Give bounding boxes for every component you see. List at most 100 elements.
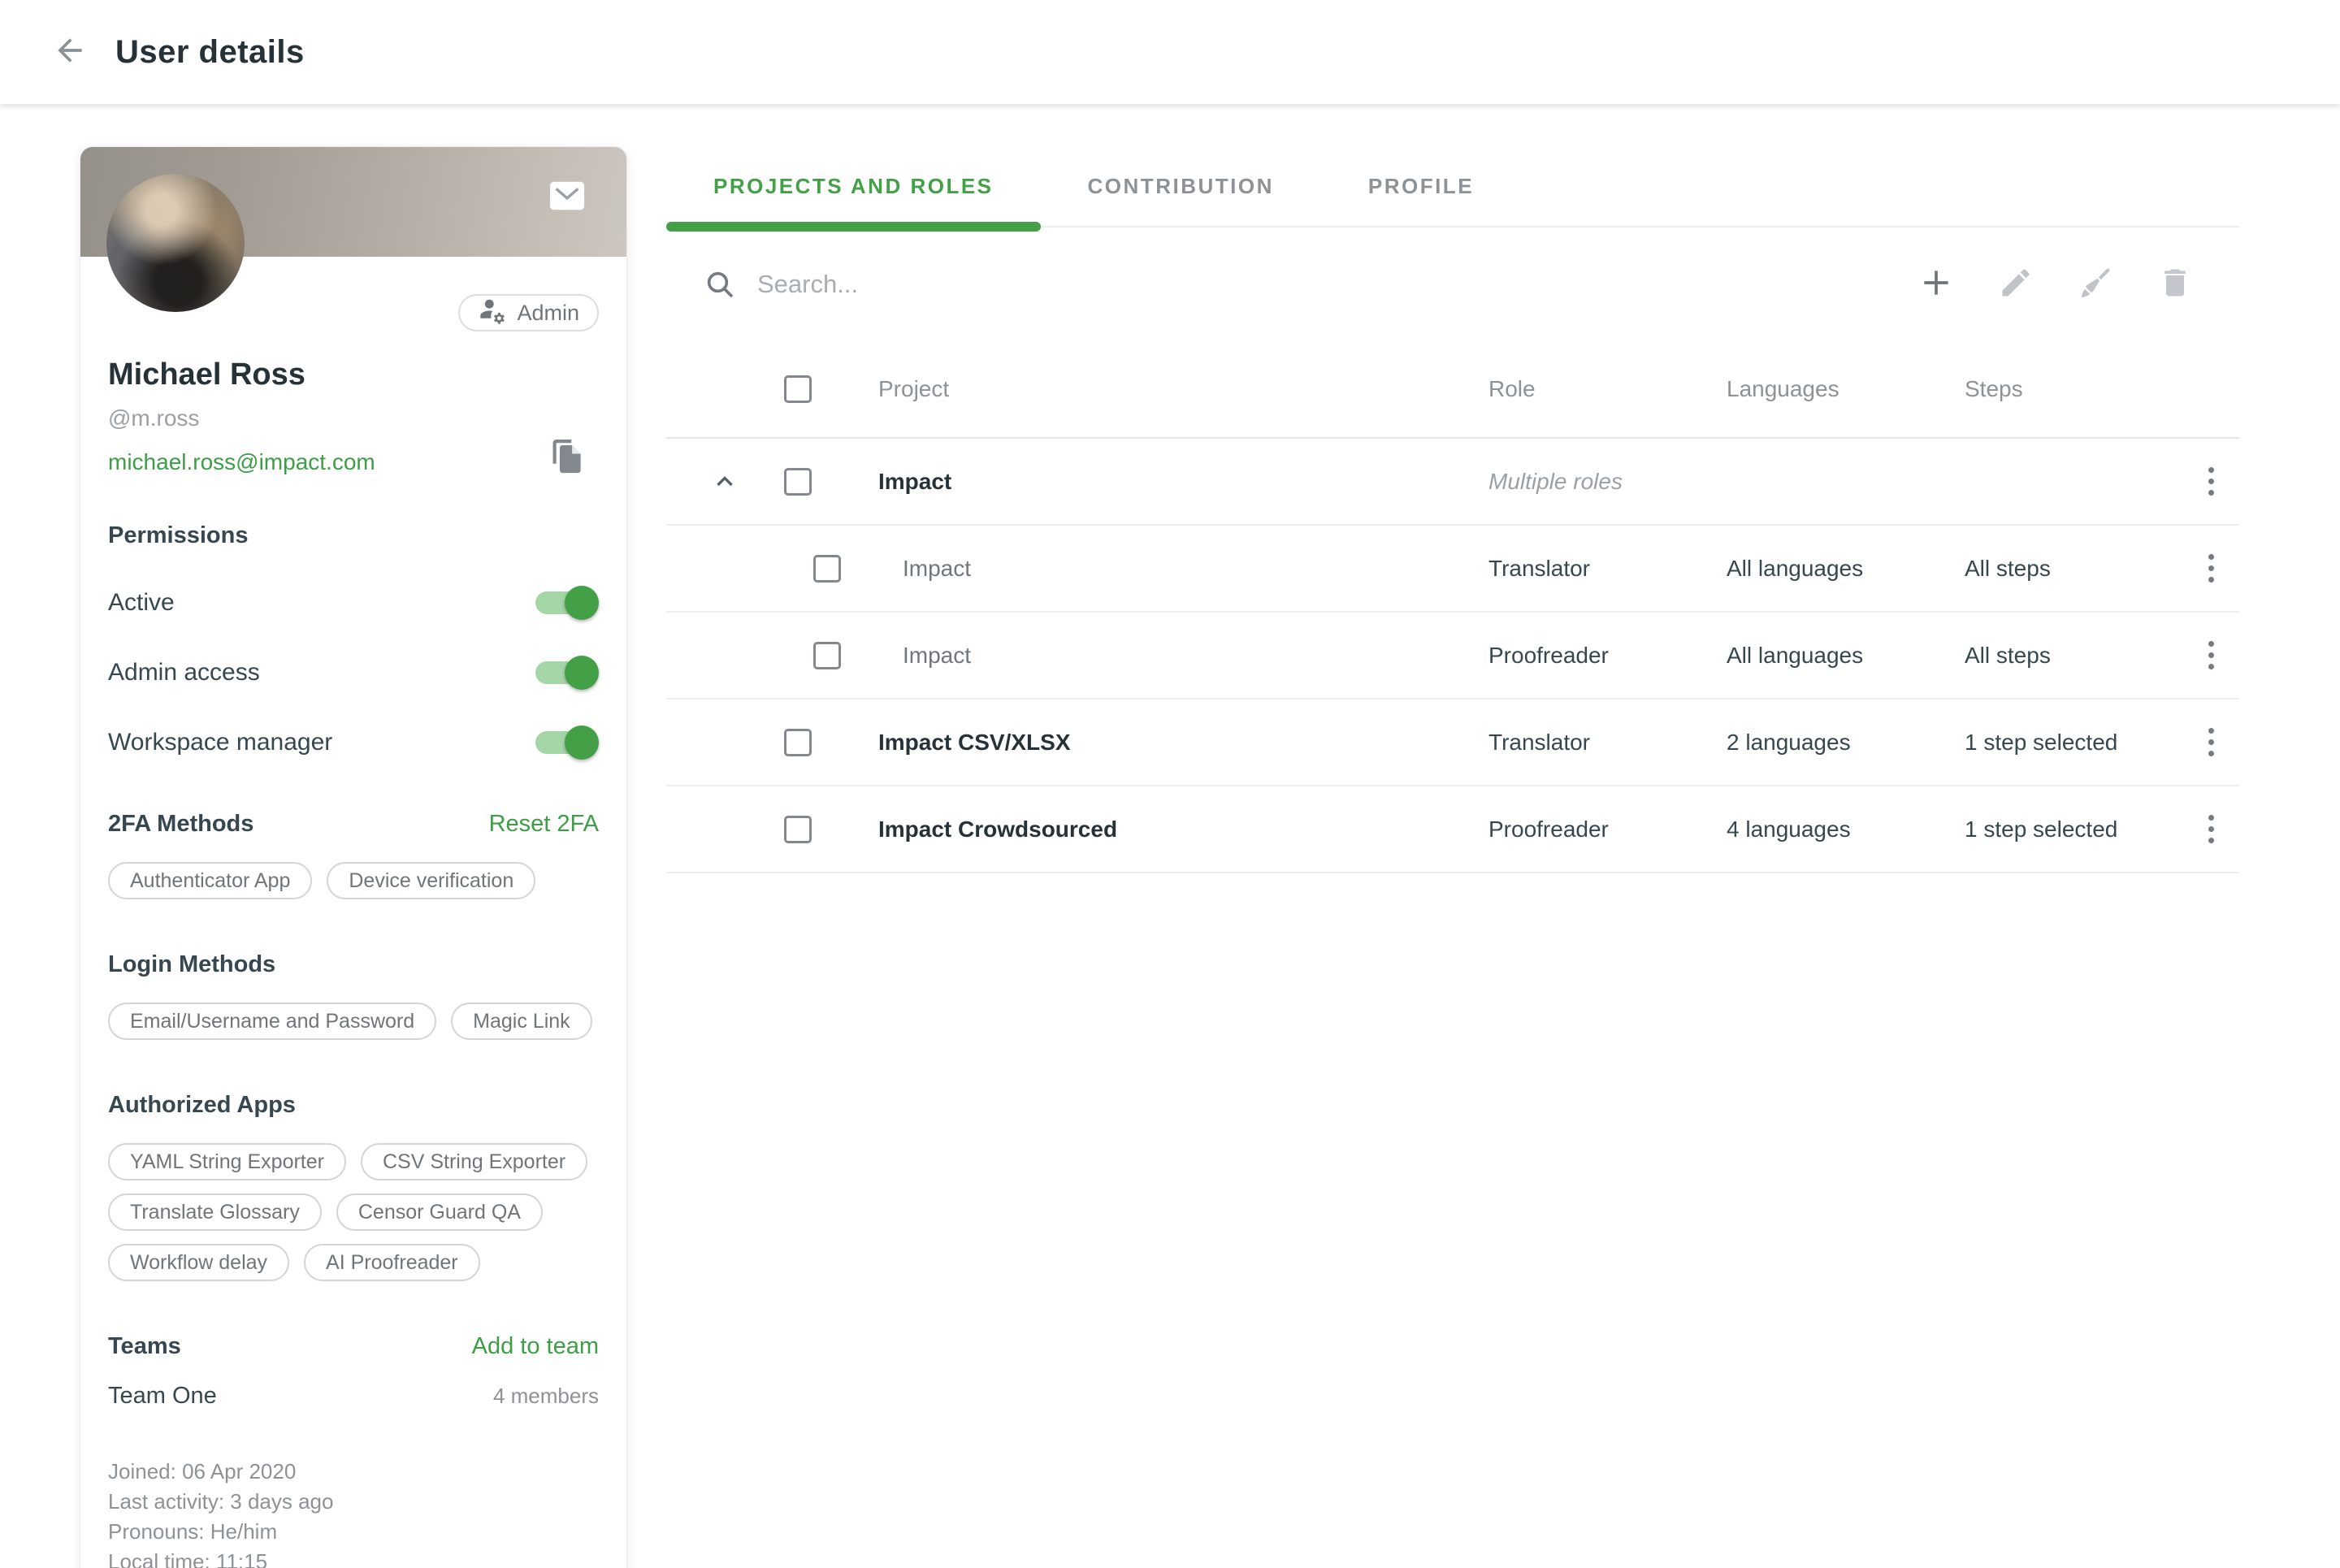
table-header: Project Role Languages Steps: [666, 341, 2239, 439]
project-cell: Impact CSV/XLSX: [878, 730, 1488, 756]
delete-button[interactable]: [2156, 266, 2194, 303]
toggle-row-active: Active: [108, 587, 599, 619]
login-method-chip: Email/Username and Password: [108, 1003, 436, 1040]
column-header-steps: Steps: [1965, 376, 2182, 402]
steps-cell: 1 step selected: [1965, 730, 2182, 756]
tab-bar: PROJECTS AND ROLES CONTRIBUTION PROFILE: [666, 146, 2239, 227]
role-cell: Multiple roles: [1488, 469, 1727, 495]
clean-button[interactable]: [2077, 266, 2114, 303]
table-row: Impact Translator All languages All step…: [666, 526, 2239, 613]
authorized-app-chip: AI Proofreader: [304, 1244, 480, 1281]
meta-pronouns: Pronouns: He/him: [108, 1517, 599, 1547]
collapse-chevron-up-icon[interactable]: [711, 468, 739, 496]
toggle-knob: [565, 726, 599, 760]
role-badge-label: Admin: [517, 301, 579, 326]
avatar: [106, 174, 245, 312]
row-menu-kebab-icon[interactable]: [2202, 548, 2221, 589]
authorized-app-chip: Translate Glossary: [108, 1193, 322, 1231]
edit-button[interactable]: [1997, 266, 2034, 303]
search-input[interactable]: [757, 270, 1918, 299]
tab-contribution[interactable]: CONTRIBUTION: [1041, 146, 1321, 226]
meta-last-activity: Last activity: 3 days ago: [108, 1487, 599, 1517]
column-header-languages: Languages: [1727, 376, 1965, 402]
envelope-icon: [548, 204, 586, 218]
toggle-label: Active: [108, 589, 175, 617]
page-title: User details: [115, 34, 305, 71]
project-cell: Impact: [878, 643, 1488, 669]
copy-icon: [550, 465, 584, 479]
add-to-team-link[interactable]: Add to team: [472, 1333, 599, 1360]
row-menu-kebab-icon[interactable]: [2202, 808, 2221, 850]
team-members-count: 4 members: [493, 1384, 599, 1409]
toggle-knob: [565, 656, 599, 690]
tab-profile[interactable]: PROFILE: [1321, 146, 1521, 226]
select-all-checkbox[interactable]: [784, 375, 812, 403]
meta-local-time: Local time: 11:15: [108, 1547, 599, 1568]
row-checkbox[interactable]: [813, 642, 841, 669]
reset-2fa-link[interactable]: Reset 2FA: [489, 811, 599, 838]
column-header-role: Role: [1488, 376, 1727, 402]
toggle-label: Workspace manager: [108, 729, 332, 756]
row-menu-kebab-icon[interactable]: [2202, 635, 2221, 676]
table-row: Impact Proofreader All languages All ste…: [666, 613, 2239, 700]
steps-cell: 1 step selected: [1965, 816, 2182, 842]
authorized-app-chip: CSV String Exporter: [361, 1143, 587, 1180]
twofa-heading: 2FA Methods: [108, 811, 254, 838]
app-bar: User details: [0, 0, 2340, 104]
search-icon: [704, 268, 736, 301]
user-card: Admin Michael Ross @m.ross michael.ross@…: [80, 146, 627, 1568]
twofa-chip: Authenticator App: [108, 862, 312, 899]
toggle-row-admin-access: Admin access: [108, 656, 599, 689]
toggle-knob: [565, 586, 599, 620]
steps-cell: All steps: [1965, 556, 2182, 582]
workspace-manager-toggle[interactable]: [535, 731, 596, 754]
back-button[interactable]: [49, 31, 91, 73]
languages-cell: 4 languages: [1727, 816, 1965, 842]
project-cell: Impact Crowdsourced: [878, 816, 1488, 842]
user-name: Michael Ross: [108, 357, 599, 392]
login-method-chip: Magic Link: [451, 1003, 592, 1040]
row-menu-kebab-icon[interactable]: [2202, 721, 2221, 763]
row-checkbox[interactable]: [813, 555, 841, 583]
project-cell: Impact: [878, 556, 1488, 582]
send-email-button[interactable]: [548, 177, 586, 214]
column-header-project: Project: [878, 376, 1488, 402]
role-badge: Admin: [458, 294, 599, 331]
tab-projects-and-roles[interactable]: PROJECTS AND ROLES: [666, 146, 1041, 226]
copy-email-button[interactable]: [550, 438, 584, 475]
authorized-app-chip: YAML String Exporter: [108, 1143, 346, 1180]
search-bar: [666, 227, 2239, 341]
table-row: Impact Multiple roles: [666, 439, 2239, 526]
authorized-app-chip: Censor Guard QA: [336, 1193, 543, 1231]
active-toggle[interactable]: [535, 591, 596, 614]
row-menu-kebab-icon[interactable]: [2202, 461, 2221, 502]
row-checkbox[interactable]: [784, 816, 812, 843]
user-email-link[interactable]: michael.ross@impact.com: [108, 449, 375, 475]
role-cell: Proofreader: [1488, 643, 1727, 669]
languages-cell: All languages: [1727, 556, 1965, 582]
languages-cell: All languages: [1727, 643, 1965, 669]
login-methods-heading: Login Methods: [108, 951, 275, 978]
projects-panel: PROJECTS AND ROLES CONTRIBUTION PROFILE: [666, 146, 2239, 873]
row-checkbox[interactable]: [784, 729, 812, 756]
user-handle: @m.ross: [108, 405, 599, 431]
admin-user-gear-icon: [478, 296, 507, 331]
add-button[interactable]: [1918, 266, 1955, 303]
meta-joined: Joined: 06 Apr 2020: [108, 1457, 599, 1487]
plus-icon: [1918, 265, 1954, 305]
role-cell: Translator: [1488, 730, 1727, 756]
project-cell: Impact: [878, 469, 1488, 495]
row-checkbox[interactable]: [784, 468, 812, 496]
languages-cell: 2 languages: [1727, 730, 1965, 756]
team-name: Team One: [108, 1383, 217, 1410]
table-row: Impact Crowdsourced Proofreader 4 langua…: [666, 786, 2239, 873]
table-row: Impact CSV/XLSX Translator 2 languages 1…: [666, 700, 2239, 786]
broom-icon: [2078, 265, 2113, 305]
authorized-app-chip: Workflow delay: [108, 1244, 289, 1281]
permissions-heading: Permissions: [108, 522, 599, 549]
admin-access-toggle[interactable]: [535, 661, 596, 684]
twofa-chip: Device verification: [327, 862, 535, 899]
authorized-apps-heading: Authorized Apps: [108, 1092, 296, 1119]
table-toolbar: [1918, 266, 2239, 303]
teams-heading: Teams: [108, 1333, 181, 1360]
